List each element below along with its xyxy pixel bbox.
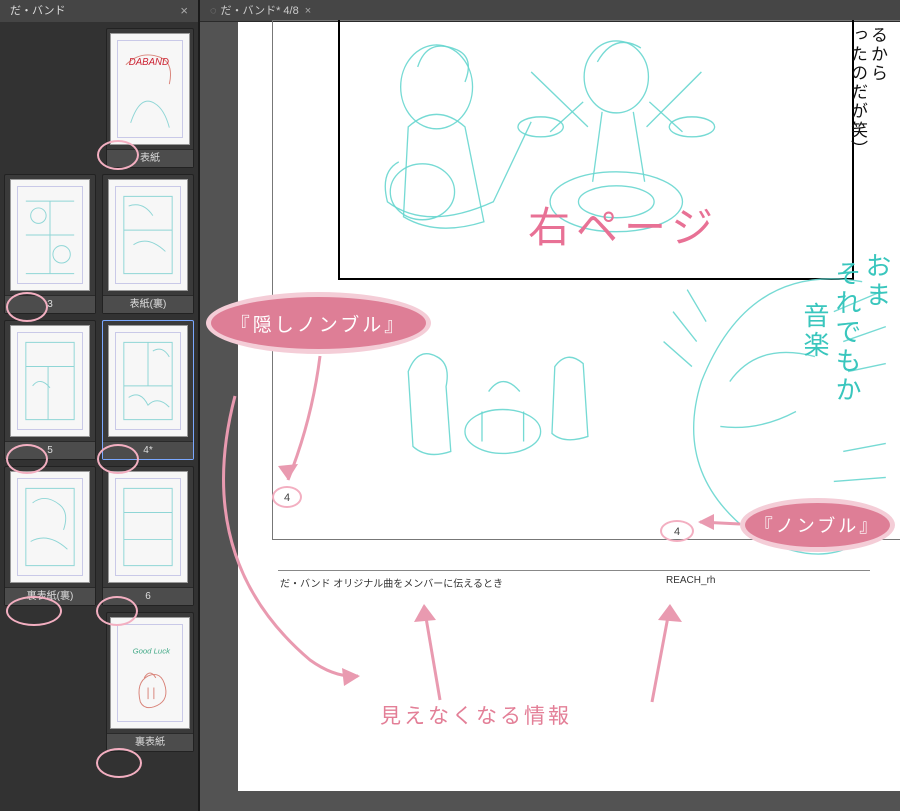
thumb-label: 裏表紙: [107, 733, 193, 751]
thumb-label: 5: [5, 441, 95, 459]
thumb-label: 6: [103, 587, 193, 605]
side-tab[interactable]: だ・バンド ×: [0, 0, 198, 22]
annotation-bubble-nombre: 『ノンブル』: [740, 498, 895, 552]
svg-text:DABAND: DABAND: [129, 57, 169, 68]
thumb-page[interactable]: 6: [102, 466, 194, 606]
thumb-page[interactable]: 3: [4, 174, 96, 314]
main-tab-title: だ・バンド* 4/8: [221, 0, 299, 22]
thumb-label: 3: [5, 295, 95, 313]
footer-line: [278, 570, 870, 571]
annotation-ellipse: [96, 748, 142, 778]
panel-text: ったのだが笑）: [845, 26, 870, 159]
thumb-page[interactable]: 表紙(裏): [102, 174, 194, 314]
canvas-viewport[interactable]: るから ったのだが笑） おま それでもか 音楽 右ページ 4 4 だ・バンド オ…: [208, 22, 900, 811]
close-icon[interactable]: ×: [180, 0, 188, 22]
tab-dirty-icon: ◌: [210, 0, 217, 22]
thumb-label: 4*: [103, 441, 193, 459]
thumb-cover[interactable]: DABAND 表紙: [106, 28, 194, 168]
side-tab-title: だ・バンド: [10, 0, 66, 22]
thumb-page[interactable]: 5: [4, 320, 96, 460]
sketch-text: 音楽: [797, 302, 834, 360]
page-thumbnails-panel: だ・バンド × DABAND 表紙 3: [0, 0, 200, 811]
sketch-text: それでもか: [829, 260, 866, 405]
main-canvas-area: ◌ だ・バンド* 4/8 ×: [200, 0, 900, 811]
sketch-layer: [238, 22, 900, 791]
thumb-label: 裏表紙(裏): [5, 587, 95, 605]
thumb-page[interactable]: 裏表紙(裏): [4, 466, 96, 606]
thumbnail-list: DABAND 表紙 3 表紙(裏) 5: [0, 22, 198, 811]
annotation-page-side: 右ページ: [528, 194, 719, 255]
annotation-bubble-hidden-nombre: 『隠しノンブル』: [206, 292, 431, 354]
thumb-back-cover[interactable]: Good Luck 裏表紙: [106, 612, 194, 752]
annotation-caption: 見えなくなる情報: [380, 700, 572, 730]
footer-right-text: REACH_rh: [666, 575, 715, 586]
thumb-page-selected[interactable]: 4*: [102, 320, 194, 460]
nombre: 4: [660, 520, 694, 542]
footer-left-text: だ・バンド オリジナル曲をメンバーに伝えるとき: [280, 575, 503, 590]
thumb-label: 表紙: [107, 149, 193, 167]
manga-page: るから ったのだが笑） おま それでもか 音楽 右ページ 4 4 だ・バンド オ…: [238, 22, 900, 791]
hidden-nombre: 4: [272, 486, 302, 508]
close-icon[interactable]: ×: [305, 0, 311, 22]
svg-text:Good Luck: Good Luck: [133, 647, 171, 656]
thumb-label: 表紙(裏): [103, 295, 193, 313]
main-tab[interactable]: ◌ だ・バンド* 4/8 ×: [200, 0, 900, 22]
